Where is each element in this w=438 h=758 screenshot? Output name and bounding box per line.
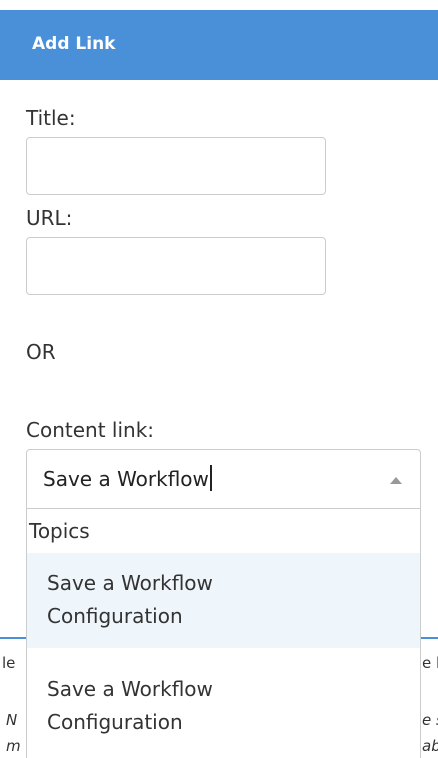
dropdown-option[interactable]: Save a Workflow Configuration — [27, 671, 420, 758]
content-link-label: Content link: — [26, 418, 155, 442]
content-link-select[interactable]: Save a Workflow — [26, 449, 421, 509]
chevron-up-icon[interactable] — [390, 477, 402, 484]
content-link-dropdown: Topics Save a Workflow Configuration Sav… — [26, 509, 421, 758]
title-input[interactable] — [26, 137, 326, 195]
option-line-1: Save a Workflow — [47, 677, 213, 701]
background-text-right: e l — [422, 654, 438, 672]
option-line-2: Configuration — [47, 710, 183, 734]
or-separator: OR — [26, 340, 56, 364]
content-link-value[interactable]: Save a Workflow — [43, 465, 212, 491]
url-label: URL: — [26, 206, 73, 230]
background-italic-left-1: N — [6, 711, 18, 729]
dialog-header: Add Link — [0, 10, 438, 80]
background-italic-left-2: m — [6, 737, 21, 755]
option-line-1: Save a Workflow — [47, 571, 213, 595]
dropdown-option[interactable]: Save a Workflow Configuration — [27, 553, 420, 648]
background-italic-right-2: ab — [422, 737, 438, 755]
content-link-value-text: Save a Workflow — [43, 467, 209, 491]
top-strip — [0, 0, 438, 10]
background-text-left: le — [2, 654, 16, 672]
title-label: Title: — [26, 106, 76, 130]
option-line-2: Configuration — [47, 604, 183, 628]
dialog-title: Add Link — [32, 34, 116, 54]
url-input[interactable] — [26, 237, 326, 295]
text-cursor — [209, 465, 212, 491]
background-italic-right-1: e s — [422, 711, 438, 729]
dropdown-group-label: Topics — [29, 519, 90, 543]
